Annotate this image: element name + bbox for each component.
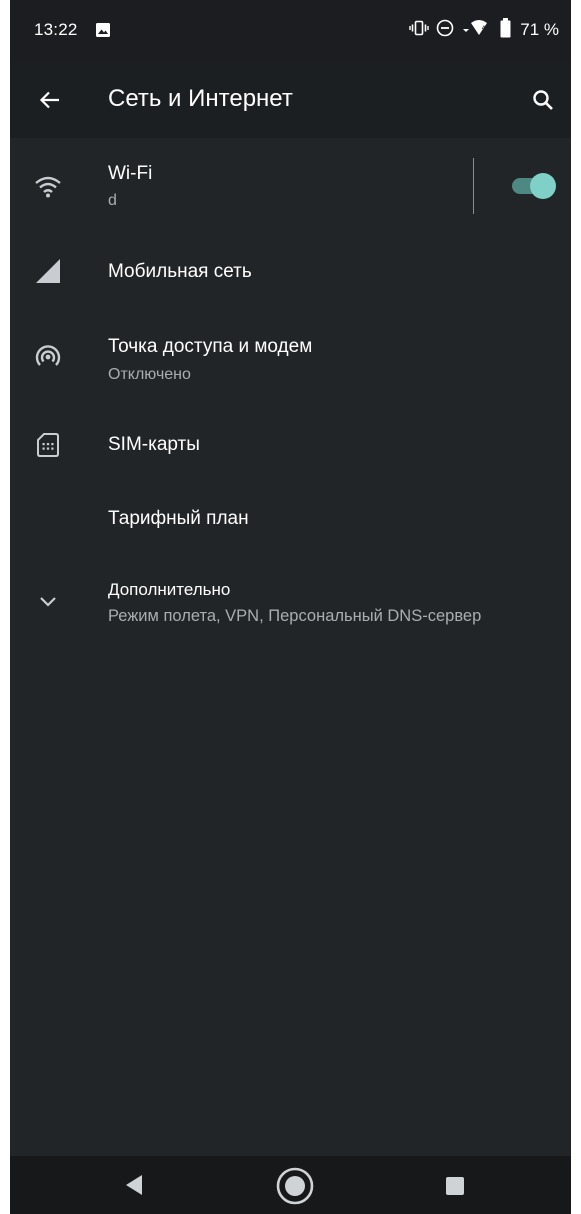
- wifi-signal-icon: 4: [461, 19, 493, 42]
- tariff-plan-title: Тарифный план: [108, 508, 249, 529]
- nav-back-icon[interactable]: [124, 1174, 144, 1201]
- wifi-subtitle: d: [108, 192, 117, 209]
- sim-card-icon: [34, 431, 62, 459]
- hotspot-setting[interactable]: Точка доступа и модем Отключено: [10, 308, 571, 406]
- advanced-title: Дополнительно: [108, 580, 231, 599]
- wifi-divider: [473, 158, 474, 214]
- sim-cards-title: SIM-карты: [108, 434, 200, 455]
- navigation-bar: [10, 1156, 571, 1214]
- sim-cards-setting[interactable]: SIM-карты: [10, 406, 571, 482]
- wifi-setting[interactable]: Wi-Fi d: [10, 138, 571, 236]
- battery-percent: 71 %: [520, 20, 559, 39]
- advanced-subtitle: Режим полета, VPN, Персональный DNS-серв…: [108, 607, 482, 625]
- chevron-down-icon: [34, 588, 62, 616]
- status-time: 13:22: [34, 20, 78, 39]
- tariff-plan-setting[interactable]: Тарифный план: [10, 482, 571, 554]
- vibrate-icon: [409, 20, 429, 41]
- wifi-title: Wi-Fi: [108, 163, 153, 184]
- hotspot-icon: [34, 344, 62, 372]
- status-icons: 4 71 %: [409, 17, 559, 43]
- image-icon: [95, 22, 111, 43]
- mobile-network-title: Мобильная сеть: [108, 261, 252, 282]
- toggle-thumb: [530, 173, 556, 199]
- status-bar: 13:22 4 71 %: [10, 0, 571, 62]
- wifi-toggle[interactable]: [512, 171, 558, 199]
- search-icon: [533, 90, 553, 110]
- svg-text:4: 4: [482, 25, 486, 32]
- screen: 13:22 4 71 % Сеть и Интернет Wi-Fi d Моб…: [10, 0, 571, 1214]
- search-button[interactable]: [527, 84, 559, 116]
- dnd-icon: [436, 19, 454, 42]
- advanced-setting[interactable]: Дополнительно Режим полета, VPN, Персона…: [10, 554, 571, 654]
- battery-icon: [500, 17, 511, 43]
- cell-signal-icon: [34, 257, 62, 285]
- back-button[interactable]: [34, 84, 66, 116]
- page-title: Сеть и Интернет: [108, 85, 293, 112]
- app-bar: Сеть и Интернет: [10, 62, 571, 138]
- arrow-left-icon: [39, 91, 59, 109]
- hotspot-subtitle: Отключено: [108, 366, 191, 383]
- mobile-network-setting[interactable]: Мобильная сеть: [10, 236, 571, 308]
- nav-home-icon[interactable]: [275, 1166, 315, 1211]
- hotspot-title: Точка доступа и модем: [108, 336, 313, 357]
- nav-recents-icon[interactable]: [446, 1177, 464, 1195]
- wifi-icon: [34, 173, 62, 201]
